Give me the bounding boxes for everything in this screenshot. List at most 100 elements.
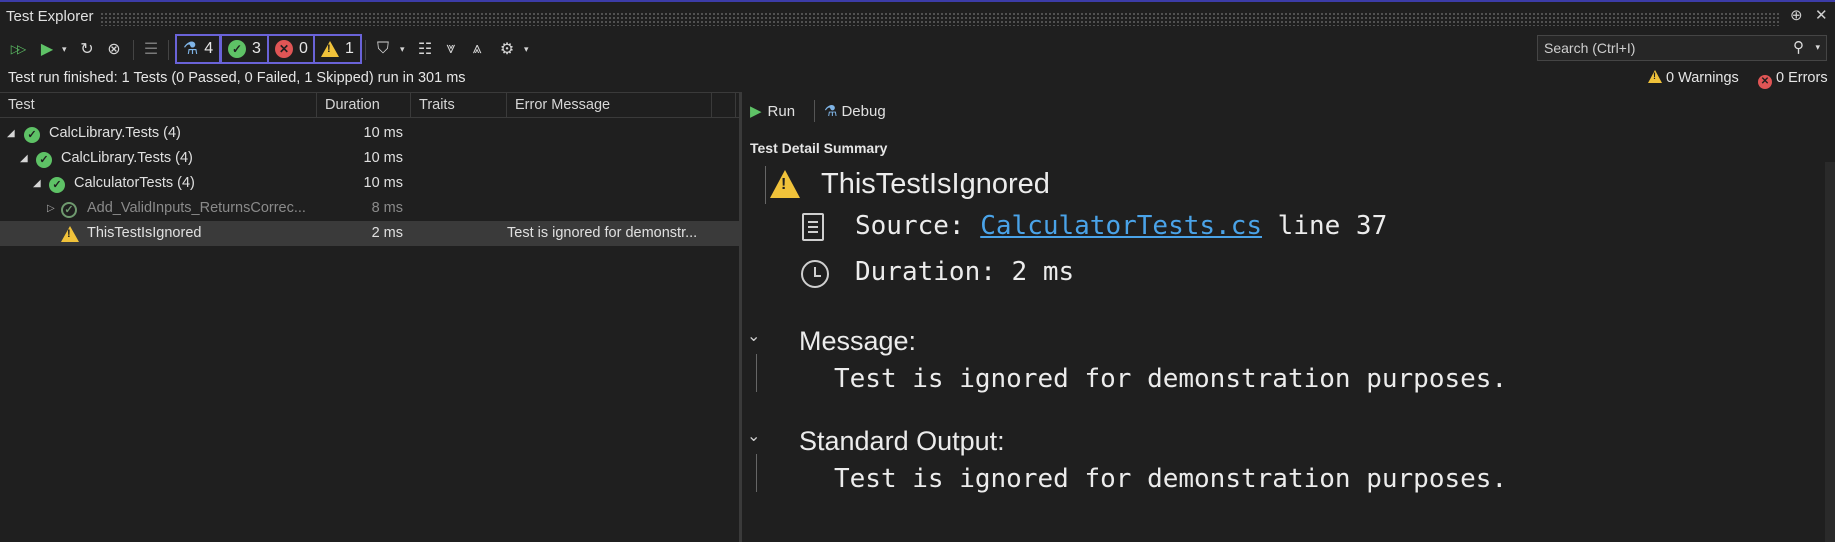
detail-vertical-scrollbar[interactable] xyxy=(1825,162,1835,542)
run-dropdown-chevron-icon[interactable]: ▾ xyxy=(62,44,67,55)
test-error-message: Test is ignored for demonstr... xyxy=(507,225,698,241)
test-duration: 8 ms xyxy=(371,200,403,216)
source-file-icon xyxy=(802,213,824,241)
run-label: Run xyxy=(767,102,796,120)
passed-icon: ✓ xyxy=(24,125,40,143)
warnings-count[interactable]: 0 Warnings xyxy=(1666,70,1739,86)
run-all-icon[interactable]: ▷▷ xyxy=(6,38,28,60)
output-guide-line xyxy=(756,454,757,492)
skipped-tests-filter[interactable]: ! 1 xyxy=(313,34,362,64)
warning-icon: ! xyxy=(321,41,339,57)
debug-icon: ⚗ xyxy=(824,103,838,120)
columns-icon[interactable]: ☷ xyxy=(414,38,436,60)
window-title-bar: Test Explorer ⊕ ✕ xyxy=(0,0,1835,32)
playlist-icon[interactable]: ☰ xyxy=(140,38,162,60)
toolbar-separator xyxy=(133,40,134,60)
test-tree-row[interactable]: ▷ ✓ Add_ValidInputs_ReturnsCorrec... 8 m… xyxy=(0,196,739,221)
toolbar-separator xyxy=(168,40,169,60)
expand-all-icon[interactable]: ⩔ xyxy=(440,38,462,60)
title-bar-drag-area[interactable] xyxy=(100,12,1780,26)
passed-icon: ✓ xyxy=(49,175,65,193)
total-count: 4 xyxy=(204,40,214,57)
debug-label: Debug xyxy=(841,102,886,120)
search-placeholder: Search (Ctrl+I) xyxy=(1544,40,1636,56)
test-tree-row[interactable]: ◢ ✓ CalculatorTests (4) 10 ms xyxy=(0,171,739,196)
warning-icon: ! xyxy=(770,170,800,202)
detail-toolbar-separator xyxy=(814,100,815,122)
skipped-count: 1 xyxy=(345,40,354,57)
toolbar-separator xyxy=(365,40,366,60)
test-tree-row-selected[interactable]: ! ThisTestIsIgnored 2 ms Test is ignored… xyxy=(0,221,739,246)
output-heading: Standard Output: xyxy=(799,426,1005,456)
summary-heading: Test Detail Summary xyxy=(750,140,888,156)
message-text: Test is ignored for demonstration purpos… xyxy=(834,364,1508,394)
source-line-number: line 37 xyxy=(1277,211,1388,241)
close-icon[interactable]: ✕ xyxy=(1815,6,1828,24)
test-name: Add_ValidInputs_ReturnsCorrec... xyxy=(87,200,306,216)
run-status-bar: Test run finished: 1 Tests (0 Passed, 0 … xyxy=(0,66,1835,92)
search-input[interactable]: Search (Ctrl+I) ⚲ ▾ xyxy=(1537,35,1827,61)
run-button[interactable]: ▶ Run xyxy=(750,102,796,121)
test-list-pane: Test Duration Traits Error Message ◢ ✓ C… xyxy=(0,92,739,542)
source-line: Source: CalculatorTests.cs line 37 xyxy=(855,211,1387,241)
failed-icon: ✕ xyxy=(275,40,293,58)
source-label: Source: xyxy=(855,211,965,241)
warnings-icon: ! xyxy=(1648,70,1662,87)
toolbar: ▷▷ ▶ ▾ ↻ ⊗ ☰ ⚗ 4 ✓ 3 ✕ 0 ! 1 ⛉ ▾ ☷ ⩔ ⩓ ⚙… xyxy=(0,32,1835,66)
detail-test-name: ThisTestIsIgnored xyxy=(821,168,1050,200)
passed-icon: ✓ xyxy=(36,150,52,168)
test-duration: 10 ms xyxy=(363,125,404,141)
test-name: ThisTestIsIgnored xyxy=(87,225,202,241)
search-icon[interactable]: ⚲ xyxy=(1793,38,1804,56)
cancel-run-icon[interactable]: ⊗ xyxy=(103,38,125,60)
duration-label: Duration: xyxy=(855,257,996,287)
group-by-icon[interactable]: ⛉ xyxy=(372,38,394,60)
failed-tests-filter[interactable]: ✕ 0 xyxy=(267,34,316,64)
test-tree-row[interactable]: ◢ ✓ CalcLibrary.Tests (4) 10 ms xyxy=(0,121,739,146)
output-text: Test is ignored for demonstration purpos… xyxy=(834,464,1508,494)
total-tests-filter[interactable]: ⚗ 4 xyxy=(175,34,222,64)
collapse-triangle-icon[interactable]: ◢ xyxy=(20,146,28,171)
warning-icon: ! xyxy=(61,226,79,246)
run-summary-text: Test run finished: 1 Tests (0 Passed, 0 … xyxy=(8,70,466,86)
flask-icon: ⚗ xyxy=(183,39,199,58)
column-header-traits[interactable]: Traits xyxy=(411,93,507,117)
message-collapse-chevron-icon[interactable]: ⌄ xyxy=(747,326,760,346)
window-title: Test Explorer xyxy=(6,8,94,25)
collapse-triangle-icon[interactable]: ◢ xyxy=(33,171,41,196)
collapse-all-icon[interactable]: ⩓ xyxy=(466,38,488,60)
passed-icon: ✓ xyxy=(228,40,246,58)
clock-icon xyxy=(801,260,829,288)
collapse-triangle-icon[interactable]: ◢ xyxy=(7,121,15,146)
expand-triangle-icon[interactable]: ▷ xyxy=(47,196,55,221)
settings-chevron-icon[interactable]: ▾ xyxy=(524,44,529,55)
column-header-test[interactable]: Test xyxy=(0,93,317,117)
test-tree-row[interactable]: ◢ ✓ CalcLibrary.Tests (4) 10 ms xyxy=(0,146,739,171)
repeat-last-run-icon[interactable]: ↻ xyxy=(76,38,98,60)
failed-count: 0 xyxy=(299,40,308,57)
passed-icon: ✓ xyxy=(61,200,77,218)
passed-count: 3 xyxy=(252,40,261,57)
output-collapse-chevron-icon[interactable]: ⌄ xyxy=(747,426,760,446)
message-guide-line xyxy=(756,354,757,392)
column-header-error-message[interactable]: Error Message xyxy=(507,93,712,117)
test-duration: 2 ms xyxy=(371,225,403,241)
pin-icon[interactable]: ⊕ xyxy=(1790,6,1803,24)
errors-icon: ✕ xyxy=(1758,71,1772,89)
test-name: CalcLibrary.Tests (4) xyxy=(49,125,181,141)
test-duration: 10 ms xyxy=(363,175,404,191)
settings-gear-icon[interactable]: ⚙ xyxy=(496,38,518,60)
duration-value: 2 ms xyxy=(1011,257,1075,287)
search-options-chevron-icon[interactable]: ▾ xyxy=(1815,42,1820,53)
source-file-link[interactable]: CalculatorTests.cs xyxy=(980,211,1262,241)
passed-tests-filter[interactable]: ✓ 3 xyxy=(220,34,269,64)
group-by-chevron-icon[interactable]: ▾ xyxy=(400,44,405,55)
duration-line: Duration: 2 ms xyxy=(855,257,1074,287)
message-heading: Message: xyxy=(799,326,917,356)
test-detail-pane: ▶ Run ⚗ Debug Test Detail Summary ! This… xyxy=(742,92,1835,542)
grid-header: Test Duration Traits Error Message xyxy=(0,92,739,118)
run-icon[interactable]: ▶ xyxy=(36,38,58,60)
errors-count[interactable]: 0 Errors xyxy=(1776,70,1828,86)
column-header-duration[interactable]: Duration xyxy=(317,93,411,117)
debug-button[interactable]: ⚗ Debug xyxy=(824,102,886,121)
